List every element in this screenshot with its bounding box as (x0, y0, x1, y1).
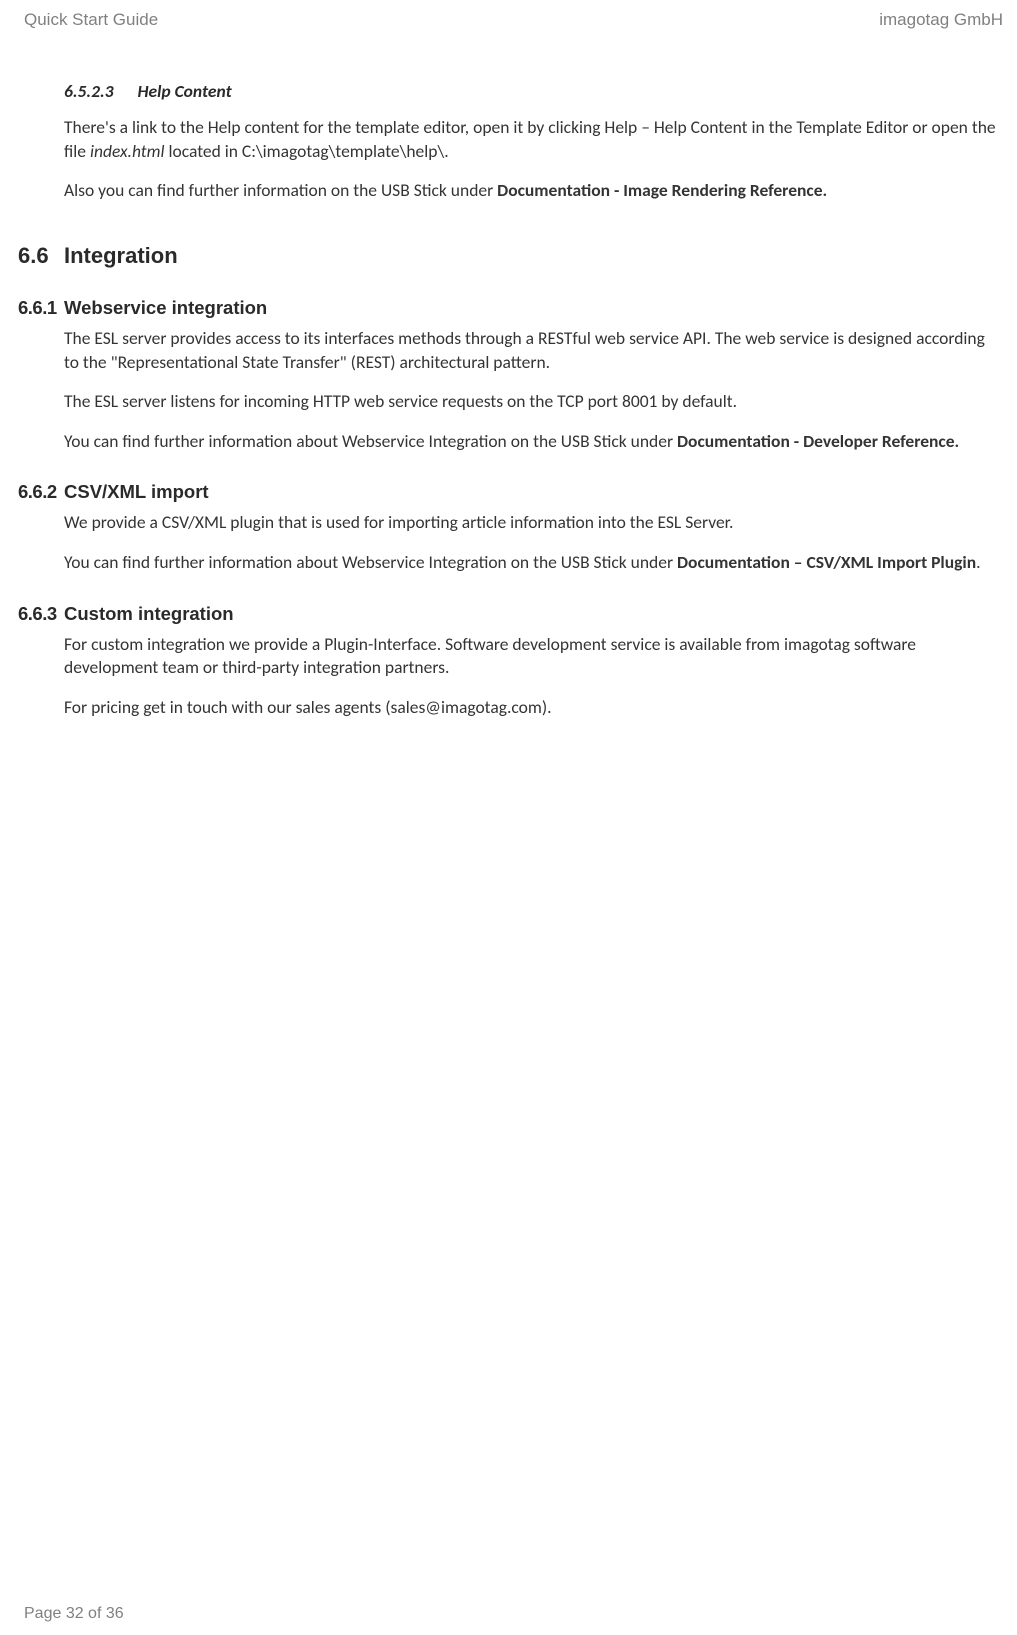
paragraph: You can find further information about W… (64, 430, 997, 454)
heading-6-6-2: 6.6.2 CSV/XML import (18, 481, 997, 503)
heading-title: CSV/XML import (64, 481, 209, 503)
heading-number: 6.6 (18, 243, 64, 269)
paragraph: Also you can find further information on… (64, 179, 997, 203)
page-footer: Page 32 of 36 (24, 1605, 124, 1623)
italic-text: index.html (90, 140, 165, 162)
heading-title: Help Content (137, 80, 231, 102)
heading-number: 6.5.2.3 (64, 80, 114, 102)
bold-text: Documentation - Image Rendering Referenc… (497, 179, 827, 201)
bold-text: Documentation - Developer Reference. (677, 430, 959, 452)
paragraph: The ESL server provides access to its in… (64, 327, 997, 374)
paragraph: You can find further information about W… (64, 551, 997, 575)
paragraph: We provide a CSV/XML plugin that is used… (64, 511, 997, 535)
heading-6-6-3: 6.6.3 Custom integration (18, 603, 997, 625)
heading-6-6-1: 6.6.1 Webservice integration (18, 297, 997, 319)
text: Also you can find further information on… (64, 179, 497, 201)
page-header: Quick Start Guide imagotag GmbH (0, 10, 1017, 30)
heading-number: 6.6.3 (18, 603, 64, 625)
heading-number: 6.6.1 (18, 297, 64, 319)
heading-title: Custom integration (64, 603, 234, 625)
paragraph: The ESL server listens for incoming HTTP… (64, 390, 997, 414)
text: You can find further information about W… (64, 551, 677, 573)
text: located in C:\imagotag\template\help\. (165, 140, 449, 162)
paragraph: For pricing get in touch with our sales … (64, 696, 997, 720)
heading-6-5-2-3: 6.5.2.3 Help Content (64, 80, 997, 102)
text: You can find further information about W… (64, 430, 677, 452)
text: . (976, 551, 980, 573)
header-left: Quick Start Guide (24, 10, 158, 30)
bold-text: Documentation – CSV/XML Import Plugin (677, 551, 976, 573)
paragraph: There's a link to the Help content for t… (64, 116, 997, 163)
heading-number: 6.6.2 (18, 481, 64, 503)
heading-title: Webservice integration (64, 297, 267, 319)
paragraph: For custom integration we provide a Plug… (64, 633, 997, 680)
heading-title: Integration (64, 243, 178, 269)
page-content: 6.5.2.3 Help Content There's a link to t… (0, 80, 1017, 720)
heading-6-6: 6.6 Integration (18, 243, 997, 269)
header-right: imagotag GmbH (879, 10, 1003, 30)
